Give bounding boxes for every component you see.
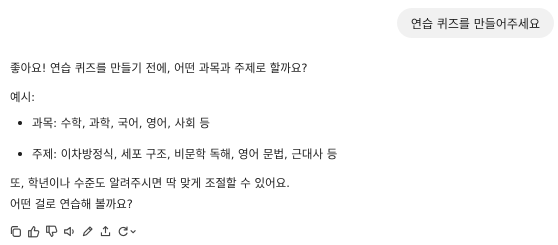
- retry-icon: [118, 225, 136, 236]
- message-actions-toolbar: [8, 224, 138, 238]
- examples-title: 예시:: [10, 90, 36, 104]
- list-item: 과목: 수학, 과학, 국어, 영어, 사회 등: [10, 115, 550, 131]
- thumbs-up-icon: [27, 225, 39, 237]
- list-item: 주제: 이차방정식, 세포 구조, 비문학 독해, 영어 문법, 근대사 등: [10, 146, 550, 162]
- edit-icon: [82, 225, 93, 236]
- thumbs-down-icon: [45, 225, 57, 237]
- assistant-closing-line-1: 또, 학년이나 수준도 알려주시면 딱 맞게 조절할 수 있어요.: [10, 176, 290, 190]
- assistant-message: 좋아요! 연습 퀴즈를 만들기 전에, 어떤 과목과 주제로 할까요? 예시: …: [10, 60, 550, 212]
- edit-button[interactable]: [80, 224, 94, 238]
- share-button[interactable]: [98, 224, 112, 238]
- copy-button[interactable]: [8, 224, 22, 238]
- dislike-button[interactable]: [44, 224, 58, 238]
- share-icon: [100, 225, 110, 236]
- assistant-intro: 좋아요! 연습 퀴즈를 만들기 전에, 어떤 과목과 주제로 할까요?: [10, 61, 308, 75]
- examples-list: 과목: 수학, 과학, 국어, 영어, 사회 등 주제: 이차방정식, 세포 구…: [10, 115, 550, 162]
- user-message-bubble: 연습 퀴즈를 만들어주세요: [396, 8, 554, 38]
- user-message-text: 연습 퀴즈를 만들어주세요: [410, 16, 540, 31]
- copy-icon: [10, 225, 21, 237]
- like-button[interactable]: [26, 224, 40, 238]
- read-aloud-button[interactable]: [62, 224, 76, 238]
- chat-view: 연습 퀴즈를 만들어주세요 좋아요! 연습 퀴즈를 만들기 전에, 어떤 과목과…: [0, 0, 558, 245]
- assistant-closing-line-2: 어떤 걸로 연습해 볼까요?: [10, 197, 133, 211]
- speaker-icon: [63, 226, 74, 236]
- retry-button[interactable]: [116, 224, 138, 238]
